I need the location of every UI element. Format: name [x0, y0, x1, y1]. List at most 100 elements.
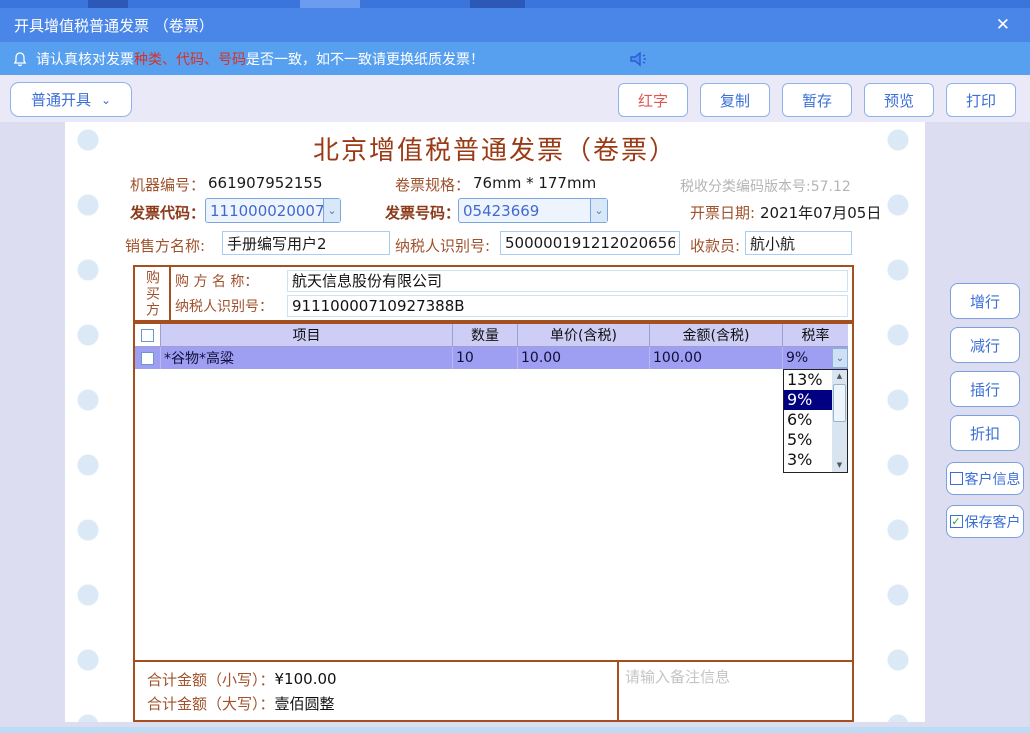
- remove-row-button[interactable]: 减行: [950, 327, 1020, 363]
- row-checkbox[interactable]: [141, 352, 154, 365]
- notification-prefix: 请认真核对发票: [36, 52, 134, 68]
- customer-info-button[interactable]: 客户信息: [946, 462, 1024, 495]
- close-icon[interactable]: ✕: [990, 15, 1016, 35]
- background-window-fragment: [470, 0, 525, 8]
- row-tax-value: 9%: [786, 350, 808, 366]
- invoice-title: 北京增值税普通发票（卷票）: [65, 130, 925, 167]
- cashier-input[interactable]: [745, 231, 852, 255]
- seller-name-input[interactable]: [222, 231, 390, 255]
- notification-suffix: 是否一致，如不一致请更换纸质发票！: [246, 52, 484, 68]
- seller-taxid-input[interactable]: [500, 231, 680, 255]
- perforation-dots-right: [887, 122, 909, 722]
- remarks-box: [617, 662, 852, 720]
- total-small-value: ¥100.00: [275, 670, 337, 688]
- red-invoice-button[interactable]: 红字: [618, 83, 688, 117]
- tax-option[interactable]: 3%: [784, 450, 832, 470]
- machine-no-value: 661907952155: [208, 174, 323, 192]
- dropdown-scrollbar[interactable]: ▲ ▼: [832, 370, 847, 472]
- invoice-no-value: 05423669: [459, 202, 590, 220]
- window-titlebar: 开具增值税普通发票 （卷票） ✕: [0, 8, 1030, 42]
- buyer-box: 购买方 购 方 名 称： 航天信息股份有限公司 纳税人识别号： 91110000…: [133, 265, 854, 322]
- tax-option-selected[interactable]: 9%: [784, 390, 832, 410]
- background-window-fragment: [88, 0, 128, 8]
- table-row[interactable]: *谷物*高粱 10 10.00 100.00 9% ⌄: [135, 347, 848, 369]
- header-qty: 数量: [453, 324, 518, 347]
- invoice-code-label: 发票代码：: [130, 202, 205, 223]
- seller-name-label: 销售方名称:: [125, 235, 205, 256]
- totals-left: 合计金额（小写）： ¥100.00 合计金额（大写）： 壹佰圆整: [135, 662, 617, 720]
- cashier-label: 收款员:: [690, 235, 740, 256]
- customer-info-label: 客户信息: [965, 469, 1021, 489]
- select-all-checkbox[interactable]: [141, 329, 154, 342]
- table-header-row: 项目 数量 单价(含税) 金额(含税) 税率: [135, 324, 848, 347]
- totals-section: 合计金额（小写）： ¥100.00 合计金额（大写）： 壹佰圆整: [135, 660, 852, 720]
- notification-highlight: 种类、代码、号码: [134, 52, 246, 68]
- tax-option[interactable]: 5%: [784, 430, 832, 450]
- background-window-strip: [0, 0, 1030, 8]
- header-checkbox-cell: [135, 324, 161, 347]
- buyer-taxid-input[interactable]: 91110000710927388B: [287, 295, 848, 317]
- chevron-down-icon[interactable]: ⌄: [590, 199, 607, 222]
- print-button[interactable]: 打印: [946, 83, 1016, 117]
- customer-info-checkbox[interactable]: [950, 472, 963, 485]
- buyer-name-input[interactable]: 航天信息股份有限公司: [287, 270, 848, 292]
- invoice-code-value: 111000020007: [206, 202, 323, 220]
- scrollbar-thumb[interactable]: [833, 384, 846, 422]
- chevron-down-icon[interactable]: ⌄: [323, 199, 340, 222]
- speaker-icon[interactable]: [628, 49, 650, 69]
- preview-button[interactable]: 预览: [864, 83, 934, 117]
- row-price[interactable]: 10.00: [518, 347, 650, 369]
- temp-save-button[interactable]: 暂存: [782, 83, 852, 117]
- notification-bar: 请认真核对发票种类、代码、号码是否一致，如不一致请更换纸质发票！: [0, 42, 1030, 75]
- save-customer-button[interactable]: ✓ 保存客户: [946, 505, 1024, 538]
- buyer-name-label: 购 方 名 称：: [175, 271, 287, 291]
- buyer-side-text: 购买方: [142, 270, 162, 318]
- tax-option[interactable]: 13%: [784, 370, 832, 390]
- total-big-value: 壹佰圆整: [275, 693, 335, 714]
- roll-spec-value: 76mm * 177mm: [473, 174, 596, 192]
- toolbar: 普通开具 ⌄ 红字 复制 暂存 预览 打印: [0, 75, 1030, 122]
- invoice-body: 项目 数量 单价(含税) 金额(含税) 税率 *谷物*高粱 10 10.00 1…: [133, 322, 854, 722]
- scroll-up-icon[interactable]: ▲: [837, 370, 842, 383]
- copy-button[interactable]: 复制: [700, 83, 770, 117]
- discount-button[interactable]: 折扣: [950, 415, 1020, 451]
- roll-spec-label: 卷票规格：: [395, 174, 470, 195]
- save-customer-checkbox-checked[interactable]: ✓: [950, 515, 963, 528]
- row-item[interactable]: *谷物*高粱: [161, 347, 453, 369]
- row-qty[interactable]: 10: [453, 347, 518, 369]
- insert-row-button[interactable]: 插行: [950, 371, 1020, 407]
- buyer-taxid-label: 纳税人识别号：: [175, 296, 287, 316]
- perforation-dots-left: [77, 122, 99, 722]
- mode-select[interactable]: 普通开具 ⌄: [10, 82, 132, 117]
- add-row-button[interactable]: 增行: [950, 283, 1020, 319]
- buyer-name-row: 购 方 名 称： 航天信息股份有限公司: [175, 269, 848, 293]
- bottom-strip: [0, 727, 1030, 733]
- save-customer-label: 保存客户: [965, 512, 1021, 532]
- buyer-taxid-row: 纳税人识别号： 91110000710927388B: [175, 294, 848, 318]
- scroll-down-icon[interactable]: ▼: [837, 459, 842, 472]
- mode-select-value: 普通开具: [31, 89, 91, 110]
- notification-text: 请认真核对发票种类、代码、号码是否一致，如不一致请更换纸质发票！: [36, 49, 484, 69]
- header-item: 项目: [161, 324, 453, 347]
- date-value: 2021年07月05日: [760, 202, 881, 223]
- machine-no-label: 机器编号：: [130, 174, 205, 195]
- invoice-panel: 北京增值税普通发票（卷票） 机器编号： 661907952155 卷票规格： 7…: [65, 122, 925, 722]
- chevron-down-icon[interactable]: ⌄: [832, 348, 848, 368]
- tax-option[interactable]: 6%: [784, 410, 832, 430]
- remarks-input[interactable]: [619, 662, 852, 720]
- row-tax-select[interactable]: 9% ⌄: [783, 347, 848, 369]
- bell-icon: [12, 51, 28, 67]
- header-amount: 金额(含税): [650, 324, 783, 347]
- date-label: 开票日期:: [690, 202, 755, 223]
- invoice-no-select[interactable]: 05423669 ⌄: [458, 198, 608, 223]
- tax-code-version: 税收分类编码版本号:57.12: [680, 176, 851, 196]
- total-small-label: 合计金额（小写）：: [147, 669, 275, 690]
- invoice-no-label: 发票号码：: [385, 202, 460, 223]
- tax-rate-dropdown: 13% 9% 6% 5% 3% ▲ ▼: [783, 369, 848, 473]
- row-checkbox-cell: [135, 347, 161, 369]
- header-tax: 税率: [783, 324, 848, 347]
- background-window-fragment: [300, 0, 360, 8]
- row-amount[interactable]: 100.00: [650, 347, 783, 369]
- invoice-code-select[interactable]: 111000020007 ⌄: [205, 198, 341, 223]
- window-title: 开具增值税普通发票 （卷票）: [14, 15, 990, 36]
